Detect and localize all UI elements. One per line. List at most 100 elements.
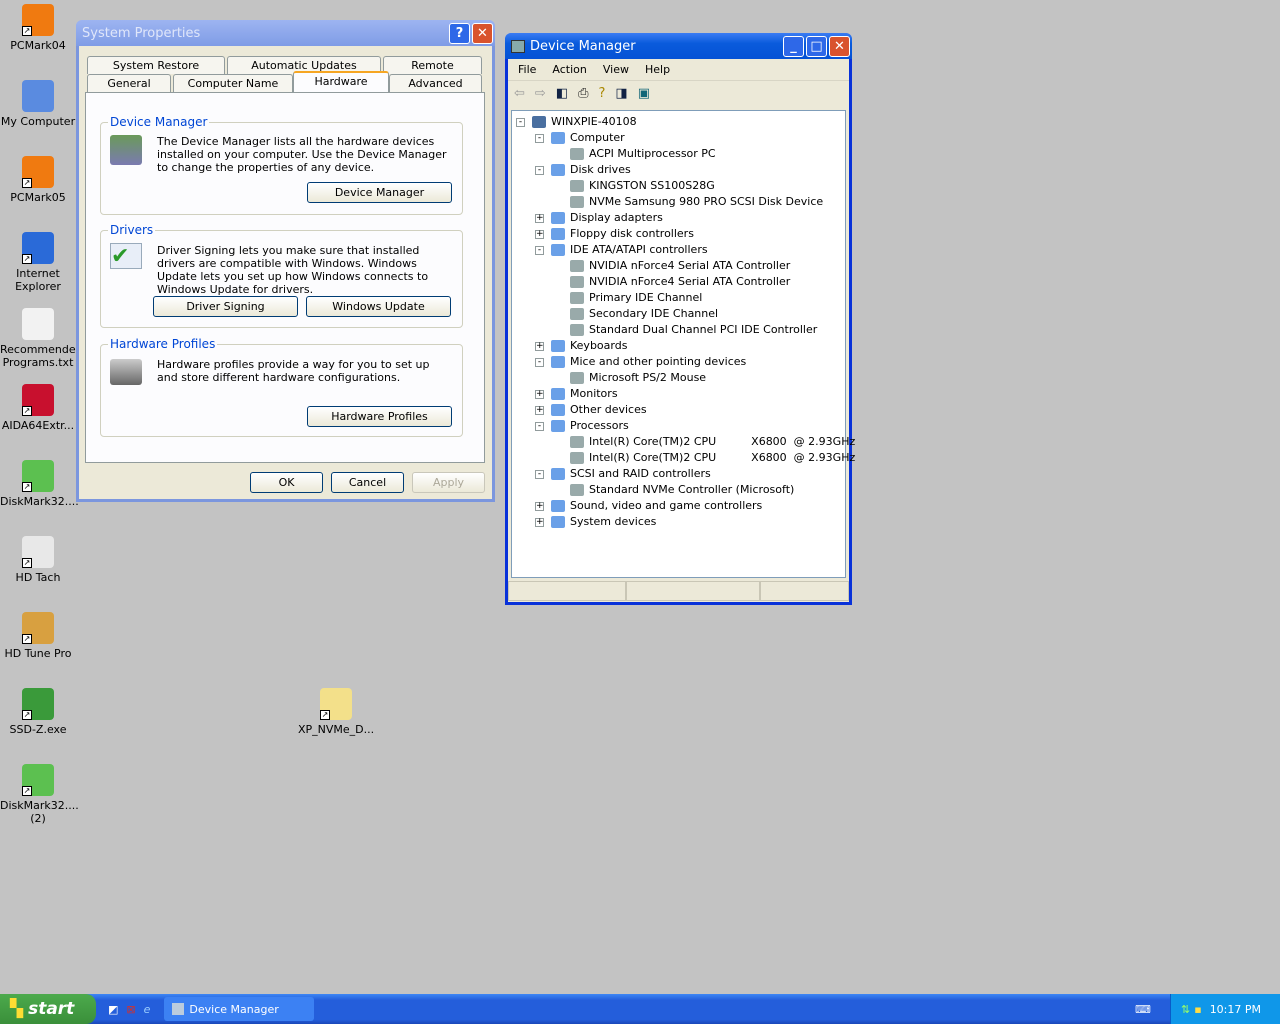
- collapse-toggle[interactable]: -: [535, 166, 544, 175]
- help-icon[interactable]: ?: [599, 86, 606, 101]
- tab-hardware[interactable]: Hardware: [293, 71, 389, 92]
- desktop-icon[interactable]: ↗ PCMark04: [0, 4, 76, 52]
- desktop-icon[interactable]: ↗ XP_NVMe_D...: [298, 688, 374, 736]
- start-button[interactable]: ▚ start: [0, 994, 96, 1024]
- tree-node-label: Processors: [570, 419, 629, 432]
- collapse-toggle[interactable]: -: [535, 470, 544, 479]
- maximize-button[interactable]: □: [806, 35, 827, 57]
- tree-node[interactable]: NVIDIA nForce4 Serial ATA Controller: [570, 274, 790, 290]
- expand-toggle[interactable]: +: [535, 390, 544, 399]
- menu-action[interactable]: Action: [552, 63, 586, 76]
- scan-hardware-icon[interactable]: ▣: [638, 86, 650, 101]
- tree-node[interactable]: Disk drives: [551, 162, 631, 178]
- driver-signing-button[interactable]: Driver Signing: [153, 296, 298, 317]
- app-icon: ↗: [22, 764, 54, 796]
- close-button[interactable]: ✕: [472, 22, 493, 44]
- tab-remote[interactable]: Remote: [383, 56, 482, 74]
- tree-node[interactable]: Processors: [551, 418, 629, 434]
- forward-icon[interactable]: ⇨: [535, 86, 546, 101]
- ok-button[interactable]: OK: [250, 472, 323, 493]
- apply-button[interactable]: Apply: [412, 472, 485, 493]
- tree-node[interactable]: Sound, video and game controllers: [551, 498, 762, 514]
- tree-node[interactable]: IDE ATA/ATAPI controllers: [551, 242, 708, 258]
- cancel-button[interactable]: Cancel: [331, 472, 404, 493]
- taskbar-button-device-manager[interactable]: Device Manager: [164, 997, 315, 1021]
- desktop-icon[interactable]: ↗ HD Tach: [0, 536, 76, 584]
- hardware-profiles-button[interactable]: Hardware Profiles: [307, 406, 452, 427]
- tree-node[interactable]: Monitors: [551, 386, 618, 402]
- clock[interactable]: 10:17 PM: [1210, 1003, 1261, 1016]
- collapse-toggle[interactable]: -: [535, 358, 544, 367]
- show-hide-action-pane-icon[interactable]: ◨: [615, 86, 627, 101]
- shortcut-arrow-icon: ↗: [22, 406, 32, 416]
- tree-node-label: Secondary IDE Channel: [589, 307, 719, 320]
- tree-node[interactable]: Primary IDE Channel: [570, 290, 702, 306]
- desktop-icon[interactable]: ↗ DiskMark32....: [0, 460, 79, 508]
- quicklaunch-app-icon[interactable]: ⊠: [126, 1003, 135, 1016]
- desktop-icon[interactable]: ↗ DiskMark32.... (2): [0, 764, 79, 825]
- tree-node[interactable]: Intel(R) Core(TM)2 CPU X6800 @ 2.93GHz: [570, 434, 855, 450]
- tree-node[interactable]: Other devices: [551, 402, 647, 418]
- menu-view[interactable]: View: [603, 63, 629, 76]
- minimize-button[interactable]: _: [783, 35, 804, 57]
- expand-toggle[interactable]: +: [535, 406, 544, 415]
- collapse-toggle[interactable]: -: [535, 422, 544, 431]
- tree-node[interactable]: Standard NVMe Controller (Microsoft): [570, 482, 794, 498]
- tree-node[interactable]: Floppy disk controllers: [551, 226, 694, 242]
- tab-system-restore[interactable]: System Restore: [87, 56, 225, 74]
- device-manager-button[interactable]: Device Manager: [307, 182, 452, 203]
- desktop-icon[interactable]: My Computer: [0, 80, 76, 128]
- title-bar[interactable]: Device Manager _ □ ✕: [505, 33, 852, 59]
- collapse-toggle[interactable]: -: [516, 118, 525, 127]
- network-icon[interactable]: ⇅: [1181, 1003, 1190, 1016]
- tree-node[interactable]: NVMe Samsung 980 PRO SCSI Disk Device: [570, 194, 823, 210]
- help-button[interactable]: ?: [449, 22, 470, 44]
- tree-node[interactable]: ACPI Multiprocessor PC: [570, 146, 716, 162]
- expand-toggle[interactable]: +: [535, 214, 544, 223]
- tree-node[interactable]: System devices: [551, 514, 656, 530]
- keyboard-icon[interactable]: ⌨: [1135, 1003, 1151, 1016]
- desktop-icon[interactable]: ↗ SSD-Z.exe: [0, 688, 76, 736]
- tree-node[interactable]: Mice and other pointing devices: [551, 354, 746, 370]
- close-button[interactable]: ✕: [829, 35, 850, 57]
- device-tree[interactable]: - WINXPIE-40108- Computer ACPI Multiprocess…: [511, 110, 855, 578]
- tab-general[interactable]: General: [87, 74, 171, 92]
- title-bar[interactable]: System Properties ? ✕: [76, 20, 495, 46]
- expand-toggle[interactable]: +: [535, 502, 544, 511]
- tree-node[interactable]: NVIDIA nForce4 Serial ATA Controller: [570, 258, 790, 274]
- show-hide-tree-icon[interactable]: ◧: [556, 86, 568, 101]
- tab-computer-name[interactable]: Computer Name: [173, 74, 293, 92]
- tree-node[interactable]: SCSI and RAID controllers: [551, 466, 711, 482]
- tree-node[interactable]: Computer: [551, 130, 625, 146]
- windows-update-button[interactable]: Windows Update: [306, 296, 451, 317]
- device-icon: [570, 196, 584, 208]
- tab-advanced[interactable]: Advanced: [389, 74, 482, 92]
- quicklaunch-show-desktop-icon[interactable]: ◩: [108, 1003, 118, 1016]
- tree-node[interactable]: Display adapters: [551, 210, 663, 226]
- tree-node[interactable]: WINXPIE-40108: [532, 114, 637, 130]
- expand-toggle[interactable]: +: [535, 230, 544, 239]
- quicklaunch-ie-icon[interactable]: e: [144, 1003, 151, 1016]
- tray-icon[interactable]: ▪: [1194, 1003, 1201, 1016]
- back-icon[interactable]: ⇦: [514, 86, 525, 101]
- collapse-toggle[interactable]: -: [535, 134, 544, 143]
- device-icon: [570, 276, 584, 288]
- desktop-icon[interactable]: ↗ PCMark05: [0, 156, 76, 204]
- tree-node[interactable]: Standard Dual Channel PCI IDE Controller: [570, 322, 817, 338]
- desktop-icon[interactable]: ↗ HD Tune Pro: [0, 612, 76, 660]
- tree-node[interactable]: Microsoft PS/2 Mouse: [570, 370, 706, 386]
- tree-node[interactable]: Intel(R) Core(TM)2 CPU X6800 @ 2.93GHz: [570, 450, 855, 466]
- print-icon[interactable]: ⎙: [578, 86, 588, 101]
- expand-toggle[interactable]: +: [535, 518, 544, 527]
- desktop-icon[interactable]: ↗ AIDA64Extr...: [0, 384, 76, 432]
- device-manager-group: Device Manager The Device Manager lists …: [100, 115, 463, 215]
- collapse-toggle[interactable]: -: [535, 246, 544, 255]
- tree-node[interactable]: Keyboards: [551, 338, 627, 354]
- desktop-icon[interactable]: Recommended Programs.txt: [0, 308, 83, 369]
- tree-node[interactable]: KINGSTON SS100S28G: [570, 178, 715, 194]
- menu-file[interactable]: File: [518, 63, 536, 76]
- tree-node[interactable]: Secondary IDE Channel: [570, 306, 718, 322]
- menu-help[interactable]: Help: [645, 63, 670, 76]
- expand-toggle[interactable]: +: [535, 342, 544, 351]
- desktop-icon[interactable]: ↗ Internet Explorer: [0, 232, 76, 293]
